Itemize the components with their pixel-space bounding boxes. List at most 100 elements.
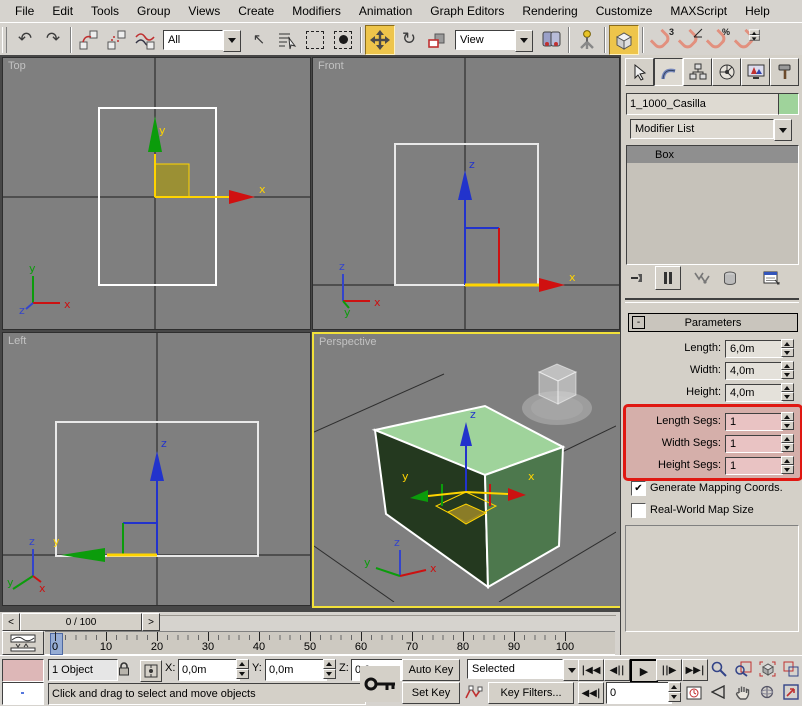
viewport-top[interactable]: Top y x y x z [2, 57, 311, 330]
modifier-list-dropdown[interactable]: Modifier List [630, 119, 792, 141]
menu-graph-editors[interactable]: Graph Editors [421, 2, 513, 20]
generate-mapping-coords-checkbox[interactable]: ✔ [631, 481, 646, 496]
zoom-all-button[interactable] [732, 659, 754, 679]
y-coordinate-field[interactable]: 0,0m [265, 659, 327, 681]
current-frame-field[interactable]: 0 [606, 682, 672, 704]
width-segs-field[interactable]: 1 [725, 435, 783, 453]
viewport-perspective[interactable]: Perspective z y x z x y [312, 332, 622, 608]
width-spinner[interactable] [781, 361, 794, 379]
real-world-map-size-checkbox[interactable] [631, 503, 646, 518]
zoom-button[interactable] [708, 659, 730, 679]
snaps-toggle-button[interactable] [609, 24, 639, 55]
time-slider-prev-button[interactable]: < [2, 613, 20, 631]
menu-views[interactable]: Views [179, 2, 229, 20]
x-coordinate-field[interactable]: 0,0m [178, 659, 240, 681]
x-spinner[interactable] [236, 659, 249, 679]
angle-snap-button[interactable] [675, 26, 703, 54]
track-bar-ruler[interactable]: 0 10 20 30 40 50 60 70 80 90 100 [45, 631, 615, 655]
time-slider-track[interactable] [160, 615, 616, 628]
menu-tools[interactable]: Tools [82, 2, 128, 20]
show-end-result-button[interactable] [655, 266, 681, 290]
time-slider-button[interactable]: 0 / 100 [20, 613, 142, 631]
menu-modifiers[interactable]: Modifiers [283, 2, 350, 20]
viewport-left[interactable]: Left z y z y x [2, 332, 311, 606]
arc-rotate-button[interactable] [756, 682, 778, 702]
selection-lock-toggle[interactable] [116, 660, 132, 678]
parameters-rollout-header[interactable]: - Parameters [628, 313, 798, 332]
tab-modify[interactable] [654, 58, 683, 86]
set-key-button[interactable]: Set Key [402, 682, 460, 704]
length-segs-field[interactable]: 1 [725, 413, 783, 431]
maxscript-listener-pane[interactable] [2, 682, 44, 705]
select-and-scale-button[interactable] [423, 26, 451, 54]
reference-coordinate-system-dropdown[interactable]: View [455, 29, 533, 52]
zoom-extents-all-button[interactable] [780, 659, 802, 679]
field-of-view-button[interactable] [708, 682, 730, 702]
menu-file[interactable]: File [6, 2, 43, 20]
redo-button[interactable]: ↷ [39, 26, 67, 54]
move-gizmo[interactable]: z x [458, 158, 576, 292]
key-mode-dropdown[interactable]: Selected [467, 659, 581, 681]
go-to-end-button[interactable]: ▶▶| [682, 659, 708, 681]
select-object-button[interactable]: ↖ [245, 26, 273, 54]
height-segs-spinner[interactable] [781, 456, 794, 474]
snap-3d-button[interactable]: 3 [647, 26, 675, 54]
next-frame-button[interactable]: ||▶ [656, 659, 682, 681]
selection-filter-dropdown[interactable]: All [163, 29, 241, 52]
zoom-extents-button[interactable] [756, 659, 778, 679]
play-animation-button[interactable]: ▶ [630, 659, 658, 683]
move-gizmo[interactable]: z y [53, 437, 167, 562]
spinner-snap-button[interactable] [731, 26, 760, 54]
key-mode-toggle-button[interactable]: ◀◀| [578, 682, 604, 704]
select-and-manipulate-button[interactable] [573, 26, 601, 54]
set-keys-button[interactable] [360, 666, 400, 702]
height-spinner[interactable] [781, 383, 794, 401]
modifier-stack-list[interactable]: Box [626, 145, 799, 265]
default-in-out-tangents-button[interactable] [464, 683, 484, 703]
time-slider-next-button[interactable]: > [142, 613, 160, 631]
viewport-top-label[interactable]: Top [8, 60, 26, 72]
tab-create[interactable] [625, 58, 654, 86]
frame-spinner[interactable] [668, 682, 681, 702]
length-field[interactable]: 6,0m [725, 340, 783, 358]
height-field[interactable]: 4,0m [725, 384, 783, 402]
length-spinner[interactable] [781, 339, 794, 357]
key-filters-button[interactable]: Key Filters... [488, 682, 574, 704]
tab-utilities[interactable] [770, 58, 799, 86]
y-spinner[interactable] [323, 659, 336, 679]
go-to-start-button[interactable]: |◀◀ [578, 659, 604, 681]
viewport-front-label[interactable]: Front [318, 60, 344, 72]
menu-rendering[interactable]: Rendering [513, 2, 586, 20]
unlink-selection-button[interactable] [103, 26, 131, 54]
tab-display[interactable] [741, 58, 770, 86]
maximize-viewport-toggle-button[interactable] [780, 682, 802, 702]
select-by-name-button[interactable] [273, 26, 301, 54]
auto-key-button[interactable]: Auto Key [402, 659, 460, 681]
toolbar-grip[interactable] [2, 26, 7, 53]
remove-modifier-button[interactable] [719, 268, 741, 288]
menu-help[interactable]: Help [736, 2, 779, 20]
configure-modifier-sets-button[interactable] [759, 268, 783, 288]
rollout-collapse-icon[interactable]: - [632, 316, 645, 329]
box-object[interactable] [371, 404, 566, 589]
chevron-down-icon[interactable] [774, 119, 792, 141]
width-field[interactable]: 4,0m [725, 362, 783, 380]
menu-create[interactable]: Create [229, 2, 283, 20]
make-unique-button[interactable] [691, 268, 713, 288]
viewport-left-label[interactable]: Left [8, 335, 26, 347]
select-and-rotate-button[interactable]: ↻ [395, 26, 423, 54]
menu-customize[interactable]: Customize [587, 2, 662, 20]
macro-recorder-pane[interactable] [2, 659, 44, 682]
menu-edit[interactable]: Edit [43, 2, 82, 20]
chevron-down-icon[interactable] [515, 29, 533, 52]
open-mini-curve-editor-button[interactable] [2, 631, 44, 655]
stack-item-box[interactable]: Box [627, 146, 798, 163]
select-and-move-button[interactable] [365, 24, 395, 55]
object-name-field[interactable]: 1_1000_Casilla [626, 93, 780, 115]
window-crossing-toggle-button[interactable] [329, 26, 357, 54]
viewport-perspective-label[interactable]: Perspective [319, 336, 376, 348]
height-segs-field[interactable]: 1 [725, 457, 783, 475]
tab-motion[interactable] [712, 58, 741, 86]
select-and-link-button[interactable] [75, 26, 103, 54]
use-pivot-point-center-button[interactable] [537, 26, 565, 54]
